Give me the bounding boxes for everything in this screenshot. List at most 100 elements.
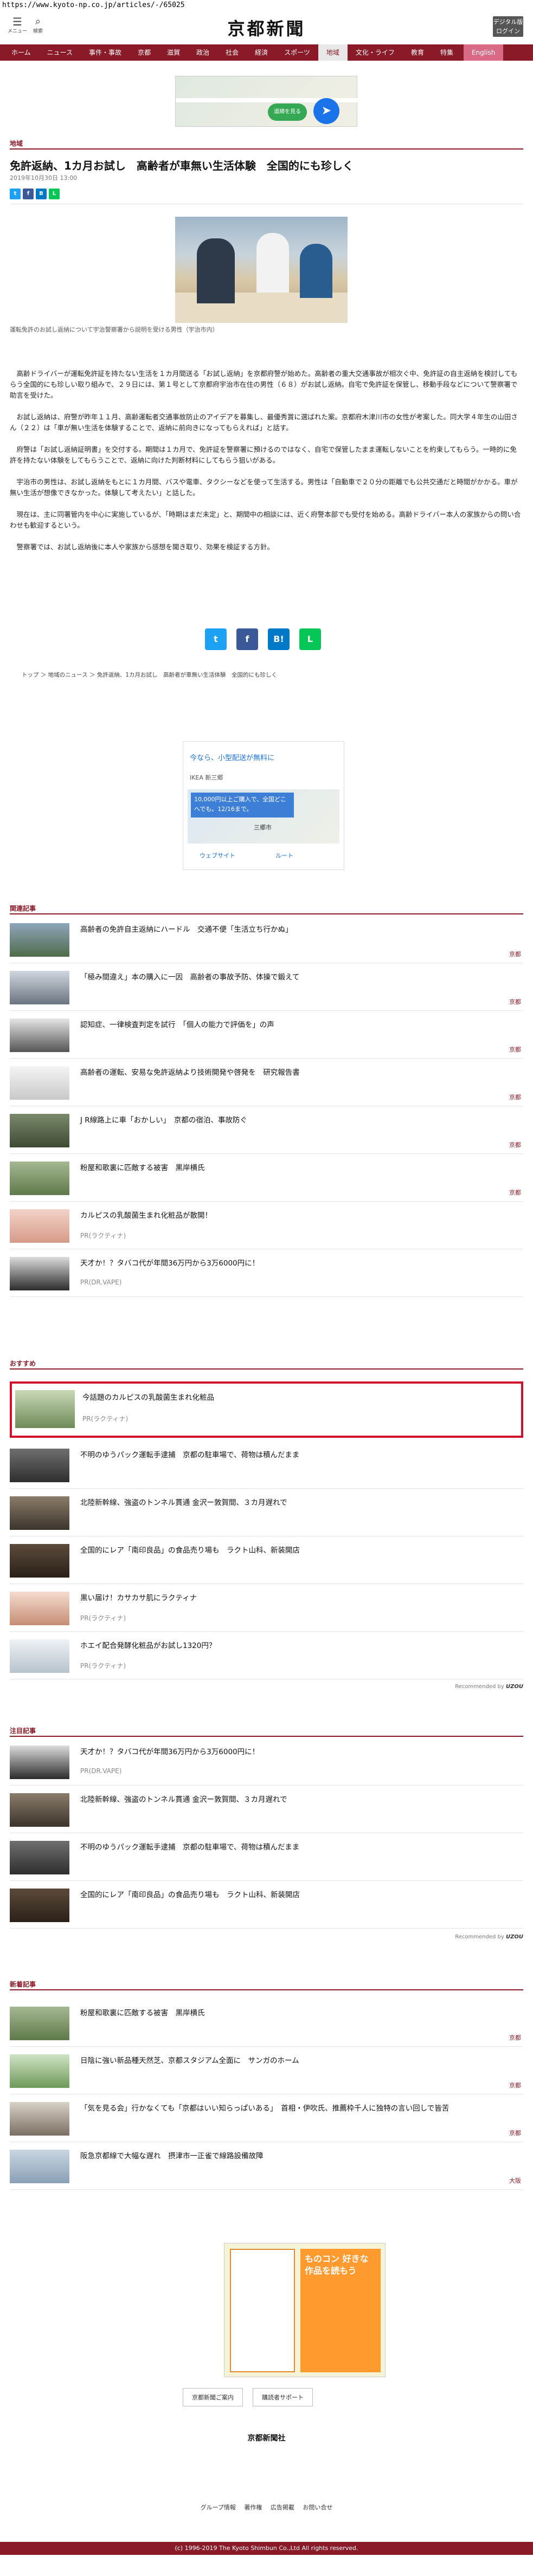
article-paragraph: 府警は「お試し返納証明書」を交付する。期間は１カ月で、免許証を警察署に預けるので…	[10, 445, 517, 464]
item-title[interactable]: 全国的にレア「南印良品」の食品売り場も ラクト山科、新装開店	[80, 1889, 514, 1899]
list-item[interactable]: 天才か！？タバコ代が年間36万円から3万6000円に！ PR(DR.VAPE)	[10, 1738, 523, 1786]
item-title[interactable]: 粉屋和歌裏に匹敵する被害 黒岸横氏	[80, 2007, 514, 2017]
thumbnail	[10, 2150, 69, 2183]
url-bar[interactable]: https://www.kyoto-np.co.jp/articles/-/65…	[0, 0, 533, 11]
list-item[interactable]: 「極み間違え」本の購入に一因 高齢者の事故予防、体操で鍛えて 京都	[10, 963, 523, 1011]
banner-ad-bottom[interactable]: ものコン 好きな作品を読もう	[224, 2243, 386, 2377]
list-item[interactable]: 高齢者の運転、安易な免許返納より技術開発や啓発を 研究報告書 京都	[10, 1059, 523, 1106]
nav-item[interactable]: 特集	[432, 44, 461, 61]
site-logo[interactable]: 京都新聞	[0, 15, 533, 40]
recommended-by[interactable]: Recommended by UZOU	[455, 1684, 523, 1690]
footer-link[interactable]: グループ情報	[201, 2504, 236, 2511]
item-title[interactable]: カルピスの乳酸菌生まれ化粧品が散開！	[80, 1209, 514, 1220]
line-icon[interactable]: L	[299, 628, 321, 650]
nav-item[interactable]: 教育	[403, 44, 432, 61]
item-title[interactable]: 「気を見る会」行かなくても「京都はいい知らっぱいある」 首相・伊吹氏、推薦枠千人…	[80, 2102, 514, 2113]
nav-item-active[interactable]: 地域	[318, 44, 348, 61]
nav-item[interactable]: 事件・事故	[81, 44, 130, 61]
nav-item[interactable]: スポーツ	[276, 44, 318, 61]
list-item[interactable]: 北陸新幹線、強盗のトンネル貫通 金沢ー敦賀間、３カ月遅れで	[10, 1489, 523, 1536]
support-button[interactable]: 購読者サポート	[253, 2388, 313, 2406]
list-item[interactable]: 全国的にレア「南印良品」の食品売り場も ラクト山科、新装開店	[10, 1536, 523, 1584]
list-item[interactable]: J R線路上に車「おかしい」 京都の宿泊、事故防ぐ 京都	[10, 1106, 523, 1154]
recommended-by[interactable]: Recommended by UZOU	[455, 1934, 523, 1940]
item-title[interactable]: 日陰に強い新品種天然芝、京都スタジアム全面に サンガのホーム	[80, 2054, 514, 2065]
list-item[interactable]: 認知症、一律検査判定を試行 「個人の能力で評価を」の声京都	[10, 1011, 523, 1059]
item-title[interactable]: 高齢者の免許自主返納にハードル 交通不便「生活立ち行かぬ」	[80, 923, 514, 934]
thumbnail	[10, 1793, 69, 1827]
guide-button[interactable]: 京都新聞ご案内	[183, 2388, 243, 2406]
nav-item-english[interactable]: English	[463, 44, 504, 61]
breadcrumb[interactable]: トップ ＞ 地域のニュース ＞ 免許返納、1カ月お試し 高齢者が車無い生活体験 …	[22, 671, 277, 679]
item-title[interactable]: 高齢者の運転、安易な免許返納より技術開発や啓発を 研究報告書	[80, 1066, 514, 1077]
list-item[interactable]: ホエイ配合発酵化粧品がお試し1320円？ PR(ラクティナ)	[10, 1632, 523, 1679]
list-item[interactable]: 北陸新幹線、強盗のトンネル貫通 金沢ー敦賀間、３カ月遅れで	[10, 1786, 523, 1833]
pr-label: PR(ラクティナ)	[82, 1415, 129, 1423]
item-title[interactable]: 「極み間違え」本の購入に一因 高齢者の事故予防、体操で鍛えて	[80, 971, 514, 982]
nav-item[interactable]: 滋賀	[159, 44, 188, 61]
hatena-icon[interactable]: B!	[268, 628, 290, 650]
nav-item[interactable]: 京都	[130, 44, 159, 61]
footer-link[interactable]: お問い合せ	[303, 2504, 332, 2511]
item-title[interactable]: ホエイ配合発酵化粧品がお試し1320円？	[80, 1639, 514, 1650]
ad-directions-button[interactable]: 道順を見る	[268, 103, 307, 121]
list-item[interactable]: 高齢者の免許自主返納にハードル 交通不便「生活立ち行かぬ」 京都	[10, 916, 523, 963]
list-item[interactable]: 阪急京都線で大幅な遅れ 摂津市一正雀で線路設備故障 大阪	[10, 2142, 523, 2190]
footer-link[interactable]: 著作権	[244, 2504, 262, 2511]
item-category: 京都	[509, 1046, 521, 1053]
list-item[interactable]: 不明のゆうパック運転手逮捕 京都の駐車場で、荷物は積んだまま	[10, 1833, 523, 1881]
footer-logo[interactable]: 京都新聞社	[0, 2432, 533, 2443]
facebook-icon[interactable]: f	[23, 189, 34, 199]
ad-website-link[interactable]: ウェブサイト	[200, 851, 235, 860]
nav-item[interactable]: 政治	[188, 44, 217, 61]
related-list: 高齢者の免許自主返納にハードル 交通不便「生活立ち行かぬ」 京都 「極み間違え」本…	[10, 916, 523, 1297]
ad-comic-text: ものコン 好きな作品を読もう	[300, 2249, 381, 2372]
list-item[interactable]: カルピスの乳酸菌生まれ化粧品が散開！ PR(ラクティナ)	[10, 1202, 523, 1249]
nav-item[interactable]: 社会	[217, 44, 247, 61]
directions-icon[interactable]: ➤	[313, 98, 339, 124]
nav-item[interactable]: ホーム	[3, 44, 39, 61]
thumbnail	[10, 1746, 69, 1779]
item-title[interactable]: 天才か！？タバコ代が年間36万円から3万6000円に！	[80, 1257, 514, 1268]
item-title[interactable]: 全国的にレア「南印良品」の食品売り場も ラクト山科、新装開店	[80, 1544, 514, 1555]
ad-title[interactable]: 今なら、小型配送が無料に	[190, 754, 274, 763]
hatena-icon[interactable]: B	[36, 189, 47, 199]
item-title[interactable]: 天才か！？タバコ代が年間36万円から3万6000円に！	[80, 1746, 514, 1756]
item-category: 京都	[509, 1189, 521, 1196]
footer-link[interactable]: 広告掲載	[271, 2504, 294, 2511]
pr-label: PR(ラクティナ)	[80, 1662, 126, 1670]
digital-login-button[interactable]: デジタル版ログイン	[493, 16, 523, 37]
facebook-icon[interactable]: f	[236, 628, 258, 650]
map-ad-mid[interactable]: 今なら、小型配送が無料に IKEA 新三郷 10,000円以上ご購入で、全国どこ…	[183, 741, 344, 870]
item-title[interactable]: 不明のゆうパック運転手逮捕 京都の駐車場で、荷物は積んだまま	[80, 1449, 514, 1459]
nav-item[interactable]: 文化・ライフ	[348, 44, 403, 61]
list-item[interactable]: 全国的にレア「南印良品」の食品売り場も ラクト山科、新装開店	[10, 1881, 523, 1929]
list-item[interactable]: 「気を見る会」行かなくても「京都はいい知らっぱいある」 首相・伊吹氏、推薦枠千人…	[10, 2094, 523, 2142]
list-item[interactable]: 粉屋和歌裏に匹敵する被害 黒岸横氏京都	[10, 1154, 523, 1202]
list-item[interactable]: 天才か！？タバコ代が年間36万円から3万6000円に！ PR(DR.VAPE)	[10, 1249, 523, 1297]
highlighted-recommendation[interactable]: 今話題のカルピスの乳酸菌生まれ化粧品 PR(ラクティナ)	[10, 1381, 523, 1438]
thumbnail	[10, 2102, 69, 2136]
twitter-icon[interactable]: t	[10, 189, 21, 199]
thumbnail	[10, 923, 69, 957]
list-item[interactable]: 粉屋和歌裏に匹敵する被害 黒岸横氏 京都	[10, 1999, 523, 2047]
nav-item[interactable]: 経済	[247, 44, 276, 61]
item-title[interactable]: 北陸新幹線、強盗のトンネル貫通 金沢ー敦賀間、３カ月遅れで	[80, 1496, 514, 1507]
item-title[interactable]: 黒い届け！カサカサ肌にラクティナ	[80, 1592, 514, 1602]
item-title[interactable]: 今話題のカルピスの乳酸菌生まれ化粧品	[82, 1391, 214, 1402]
thumbnail	[15, 1390, 75, 1428]
item-title[interactable]: 阪急京都線で大幅な遅れ 摂津市一正雀で線路設備故障	[80, 2150, 514, 2160]
item-title[interactable]: 認知症、一律検査判定を試行 「個人の能力で評価を」の声	[80, 1018, 514, 1029]
item-title[interactable]: 不明のゆうパック運転手逮捕 京都の駐車場で、荷物は積んだまま	[80, 1841, 514, 1852]
twitter-icon[interactable]: t	[205, 628, 227, 650]
item-title[interactable]: 粉屋和歌裏に匹敵する被害 黒岸横氏	[80, 1162, 514, 1172]
list-item[interactable]: 黒い届け！カサカサ肌にラクティナ PR(ラクティナ)	[10, 1584, 523, 1632]
list-item[interactable]: 日陰に強い新品種天然芝、京都スタジアム全面に サンガのホーム 京都	[10, 2047, 523, 2094]
item-title[interactable]: 北陸新幹線、強盗のトンネル貫通 金沢ー敦賀間、３カ月遅れで	[80, 1793, 514, 1804]
ad-route-link[interactable]: ルート	[275, 851, 293, 860]
list-item[interactable]: 不明のゆうパック運転手逮捕 京都の駐車場で、荷物は積んだまま	[10, 1441, 523, 1489]
line-icon[interactable]: L	[49, 189, 60, 199]
item-title[interactable]: J R線路上に車「おかしい」 京都の宿泊、事故防ぐ	[80, 1114, 514, 1125]
map-ad-top[interactable]: 道順を見る ➤	[175, 76, 358, 127]
nav-item[interactable]: ニュース	[39, 44, 81, 61]
